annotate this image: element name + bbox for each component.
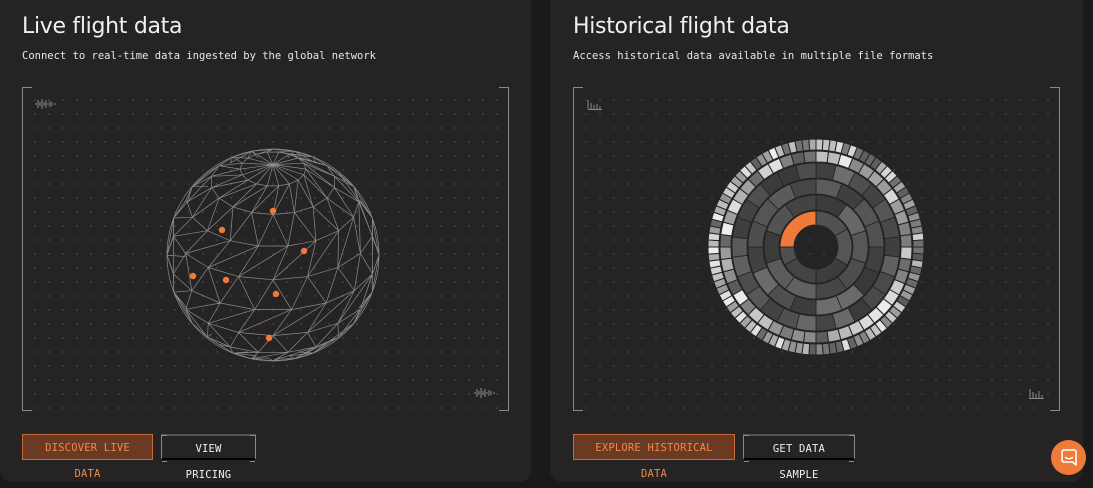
sunburst-segment (802, 150, 817, 164)
sunburst-segment (912, 239, 925, 248)
sunburst-segment (850, 230, 869, 264)
sunburst-segment (899, 246, 913, 261)
sunburst-segment (821, 342, 831, 356)
sunburst-segment (707, 246, 720, 255)
sunburst-segment (897, 221, 912, 237)
sunburst-segment (790, 151, 806, 166)
discover-live-data-button[interactable]: DISCOVER LIVE DATA (22, 434, 153, 480)
sunburst-segment (801, 138, 811, 152)
live-viz-panel (22, 87, 509, 411)
sunburst-segment (719, 246, 733, 261)
sunburst-segment (707, 252, 721, 262)
get-data-sample-button[interactable]: GET DATA SAMPLE (743, 434, 855, 481)
live-card-subtitle: Connect to real-time data ingested by th… (22, 50, 377, 62)
sunburst-segment (815, 313, 837, 332)
sunburst-segment (815, 343, 824, 356)
historical-card-subtitle: Access historical data available in mult… (573, 50, 934, 62)
sunburst-segment (795, 162, 817, 181)
wireframe-globe-icon (166, 148, 380, 362)
flight-node-marker (189, 272, 197, 280)
sunburst-segment (720, 257, 735, 273)
chat-launcher-button[interactable] (1051, 440, 1086, 475)
flight-node-marker (272, 290, 280, 298)
sunburst-segment (815, 330, 830, 344)
flight-node-marker (300, 247, 308, 255)
historical-flight-data-card: Historical flight data Access historical… (550, 0, 1083, 482)
sunburst-segment (911, 232, 925, 242)
sunburst-segment (719, 233, 733, 248)
flight-node-marker (269, 207, 277, 215)
sunburst-segment (815, 150, 830, 164)
flight-node-marker (222, 276, 230, 284)
sunburst-segment (731, 236, 748, 258)
explore-historical-data-button[interactable]: EXPLORE HISTORICAL DATA (573, 434, 735, 480)
live-card-title: Live flight data (22, 14, 183, 39)
historical-viz-panel (573, 87, 1060, 411)
globe-mesh (166, 148, 380, 362)
sunburst-segment (802, 330, 817, 344)
chat-bubble-icon (1060, 449, 1077, 466)
sunburst-chart-icon (707, 138, 925, 356)
sunburst-segment (763, 230, 782, 264)
sunburst-segment (884, 236, 901, 258)
flight-node-marker (218, 226, 226, 234)
sunburst-segment (899, 233, 913, 248)
sunburst-segment (826, 328, 842, 343)
view-pricing-button[interactable]: VIEW PRICING (161, 434, 256, 481)
live-flight-data-card: Live flight data Connect to real-time da… (0, 0, 531, 482)
historical-card-title: Historical flight data (573, 14, 790, 39)
flight-node-marker (265, 334, 273, 342)
sunburst-segment (808, 138, 817, 151)
